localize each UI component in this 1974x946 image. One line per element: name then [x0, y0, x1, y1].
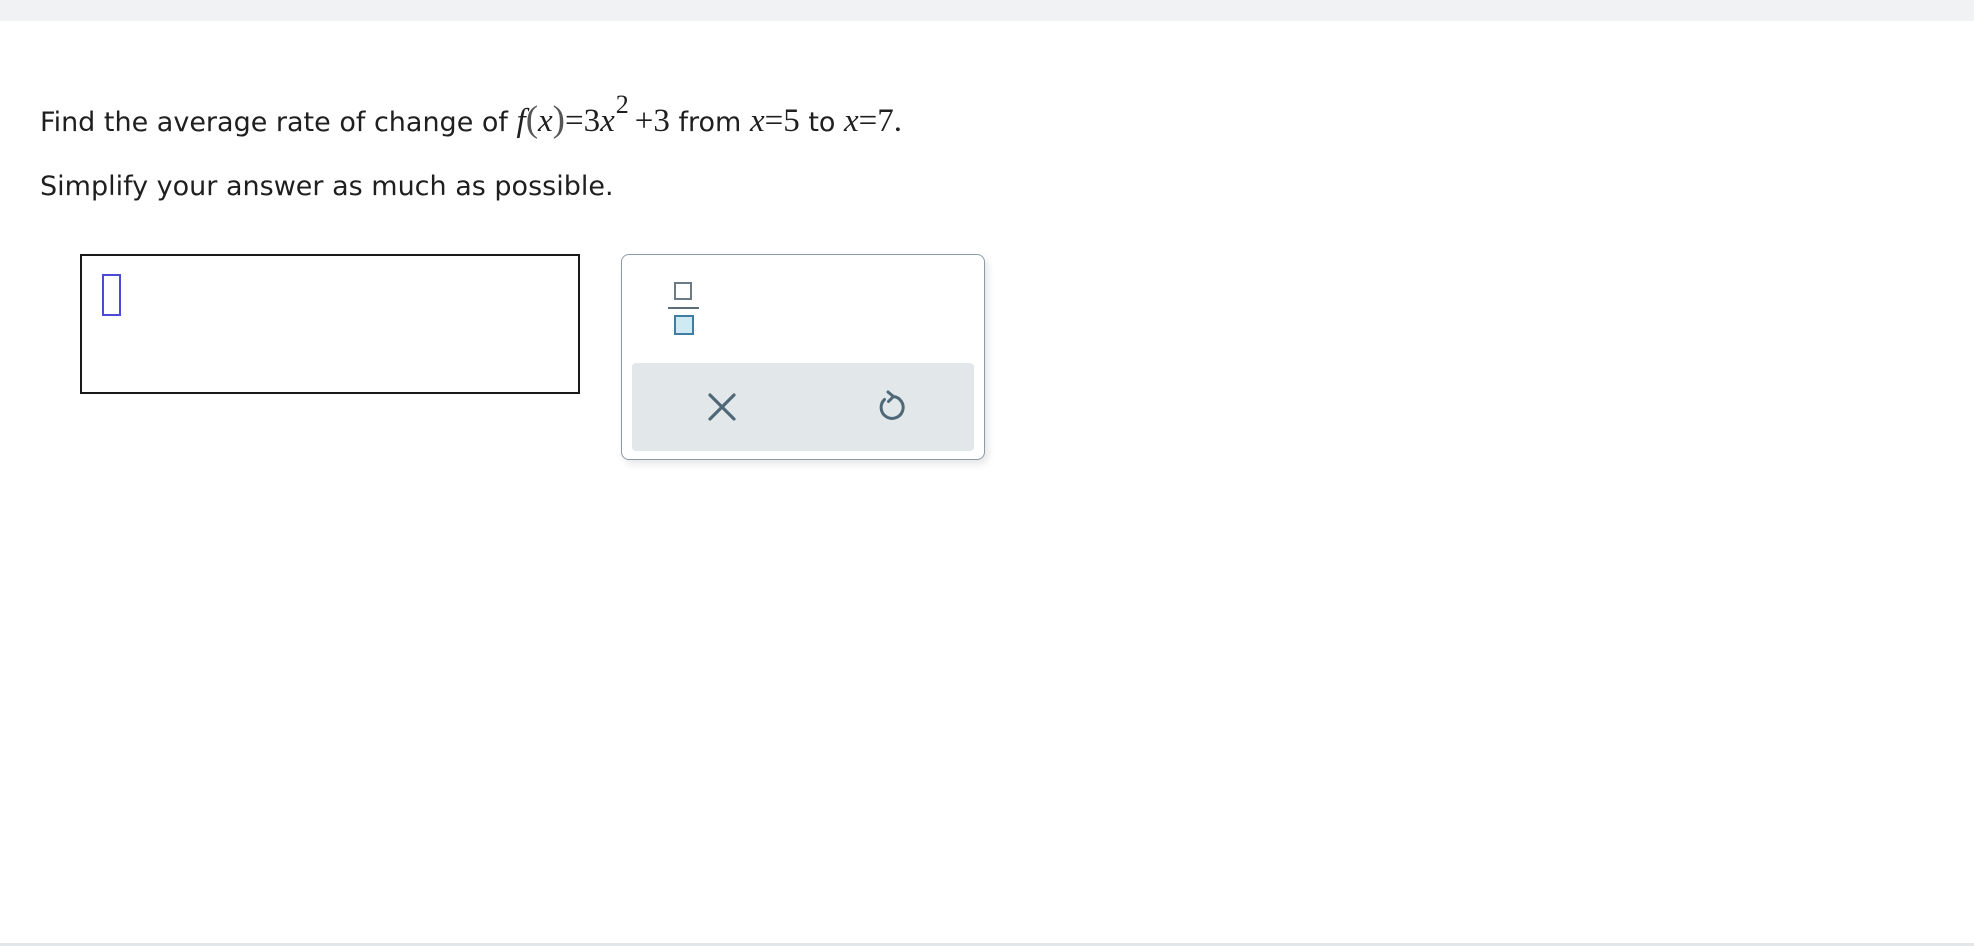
term-variable: x — [600, 103, 615, 139]
equals-sign: = — [565, 103, 584, 139]
to-word: to — [808, 107, 836, 138]
top-strip — [0, 0, 1974, 21]
to-equals: = — [858, 103, 878, 139]
from-equals: = — [764, 103, 784, 139]
answer-cursor-placeholder — [102, 274, 121, 316]
palette-action-bar — [632, 363, 974, 451]
fraction-denominator-box — [674, 315, 694, 335]
math-palette — [621, 254, 985, 460]
from-word: from — [678, 107, 742, 138]
to-value: 7 — [877, 103, 894, 139]
to-expression: x=7. — [844, 103, 902, 139]
undo-icon — [869, 385, 913, 429]
answer-input[interactable] — [80, 254, 580, 394]
period: . — [893, 103, 903, 139]
close-icon — [700, 385, 744, 429]
undo-button[interactable] — [869, 385, 913, 429]
from-variable: x — [749, 103, 765, 139]
constant-term: +3 — [634, 103, 670, 139]
close-paren: ) — [552, 99, 565, 140]
open-paren: ( — [525, 99, 539, 140]
fraction-button[interactable] — [664, 279, 704, 339]
coefficient: 3 — [583, 103, 601, 139]
fraction-bar — [668, 307, 699, 309]
function-variable: x — [538, 103, 553, 139]
question-prefix: Find the average rate of change of — [40, 107, 508, 138]
from-expression: x=5 — [750, 103, 800, 139]
question-text: Find the average rate of change of f(x)=… — [40, 90, 902, 151]
to-variable: x — [844, 103, 859, 139]
instruction-text: Simplify your answer as much as possible… — [40, 171, 614, 202]
function-name: f — [516, 103, 526, 139]
fraction-numerator-box — [674, 282, 692, 300]
exponent: 2 — [615, 90, 629, 119]
from-value: 5 — [783, 103, 800, 139]
function-expression: f(x)=3x2 +3 — [516, 90, 670, 140]
clear-button[interactable] — [700, 385, 744, 429]
